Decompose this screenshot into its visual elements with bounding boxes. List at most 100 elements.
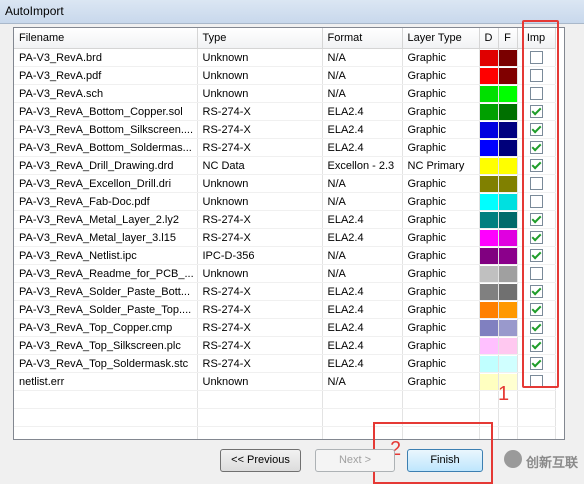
import-checkbox[interactable] (529, 231, 543, 244)
table-row[interactable]: PA-V3_RevA_Netlist.ipc IPC-D-356 N/A Graphi… (14, 246, 556, 265)
cell-d-color[interactable] (479, 102, 499, 121)
color-swatch[interactable] (498, 229, 516, 246)
import-checkbox[interactable] (529, 321, 543, 334)
color-swatch[interactable] (498, 319, 516, 336)
color-swatch[interactable] (498, 247, 516, 264)
import-checkbox[interactable] (529, 141, 543, 154)
import-checkbox[interactable] (529, 69, 543, 82)
color-swatch[interactable] (479, 85, 497, 102)
import-checkbox[interactable] (529, 51, 543, 64)
cell-f-color[interactable] (498, 336, 518, 355)
color-swatch[interactable] (479, 103, 497, 120)
color-swatch[interactable] (479, 247, 497, 264)
import-checkbox[interactable] (529, 87, 543, 100)
col-layer-type[interactable]: Layer Type (402, 28, 480, 49)
color-swatch[interactable] (479, 319, 497, 336)
import-checkbox[interactable] (529, 267, 543, 280)
import-checkbox[interactable] (529, 357, 543, 370)
col-d[interactable]: D (479, 28, 499, 49)
cell-f-color[interactable] (498, 264, 518, 283)
color-swatch[interactable] (479, 175, 497, 192)
table-row[interactable]: PA-V3_RevA.pdf Unknown N/A Graphic (14, 66, 556, 85)
cell-f-color[interactable] (498, 84, 518, 103)
cell-f-color[interactable] (498, 282, 518, 301)
file-list[interactable]: Filename Type Format Layer Type D F Imp … (13, 27, 565, 440)
table-row[interactable]: netlist.err Unknown N/A Graphic (14, 372, 556, 391)
color-swatch[interactable] (479, 265, 497, 282)
cell-d-color[interactable] (479, 138, 499, 157)
cell-f-color[interactable] (498, 120, 518, 139)
color-swatch[interactable] (498, 85, 516, 102)
color-swatch[interactable] (479, 193, 497, 210)
color-swatch[interactable] (498, 67, 516, 84)
table-row[interactable]: PA-V3_RevA_Solder_Paste_Top.... RS-274-X E… (14, 300, 556, 319)
color-swatch[interactable] (498, 265, 516, 282)
import-checkbox[interactable] (529, 213, 543, 226)
table-row[interactable]: PA-V3_RevA_Solder_Paste_Bott... RS-274-X E… (14, 282, 556, 301)
table-row[interactable]: PA-V3_RevA_Top_Copper.cmp RS-274-X ELA2.4 G… (14, 318, 556, 337)
col-f[interactable]: F (498, 28, 518, 49)
cell-f-color[interactable] (498, 246, 518, 265)
table-row[interactable]: PA-V3_RevA_Drill_Drawing.drd NC Data Excel… (14, 156, 556, 175)
color-swatch[interactable] (498, 301, 516, 318)
table-row[interactable]: PA-V3_RevA_Top_Soldermask.stc RS-274-X ELA… (14, 354, 556, 373)
cell-f-color[interactable] (498, 228, 518, 247)
table-row[interactable]: PA-V3_RevA_Metal_layer_3.l15 RS-274-X ELA2… (14, 228, 556, 247)
previous-button[interactable]: << Previous (220, 449, 301, 472)
color-swatch[interactable] (479, 211, 497, 228)
next-button[interactable]: Next > (315, 449, 395, 472)
color-swatch[interactable] (498, 175, 516, 192)
col-imp[interactable]: Imp (517, 28, 556, 49)
import-checkbox[interactable] (529, 303, 543, 316)
cell-d-color[interactable] (479, 264, 499, 283)
table-row[interactable]: PA-V3_RevA_Metal_Layer_2.ly2 RS-274-X ELA2… (14, 210, 556, 229)
import-checkbox[interactable] (529, 375, 543, 388)
col-filename[interactable]: Filename (14, 28, 198, 49)
cell-d-color[interactable] (479, 192, 499, 211)
import-checkbox[interactable] (529, 123, 543, 136)
cell-f-color[interactable] (498, 192, 518, 211)
color-swatch[interactable] (498, 355, 516, 372)
table-row[interactable]: PA-V3_RevA.brd Unknown N/A Graphic (14, 48, 556, 67)
color-swatch[interactable] (479, 139, 497, 156)
color-swatch[interactable] (498, 157, 516, 174)
cell-d-color[interactable] (479, 66, 499, 85)
import-checkbox[interactable] (529, 339, 543, 352)
cell-d-color[interactable] (479, 282, 499, 301)
cell-d-color[interactable] (479, 210, 499, 229)
cell-d-color[interactable] (479, 300, 499, 319)
cell-f-color[interactable] (498, 66, 518, 85)
cell-d-color[interactable] (479, 228, 499, 247)
import-checkbox[interactable] (529, 105, 543, 118)
color-swatch[interactable] (479, 337, 497, 354)
cell-d-color[interactable] (479, 174, 499, 193)
cell-f-color[interactable] (498, 318, 518, 337)
color-swatch[interactable] (479, 373, 497, 390)
cell-f-color[interactable] (498, 174, 518, 193)
table-row[interactable]: PA-V3_RevA_Top_Silkscreen.plc RS-274-X ELA… (14, 336, 556, 355)
color-swatch[interactable] (498, 103, 516, 120)
col-format[interactable]: Format (322, 28, 403, 49)
cell-d-color[interactable] (479, 156, 499, 175)
import-checkbox[interactable] (529, 285, 543, 298)
table-row[interactable]: PA-V3_RevA_Excellon_Drill.dri Unknown N/A G… (14, 174, 556, 193)
color-swatch[interactable] (479, 301, 497, 318)
cell-f-color[interactable] (498, 138, 518, 157)
table-row[interactable]: PA-V3_RevA.sch Unknown N/A Graphic (14, 84, 556, 103)
cell-f-color[interactable] (498, 48, 518, 67)
color-swatch[interactable] (498, 121, 516, 138)
cell-d-color[interactable] (479, 354, 499, 373)
cell-d-color[interactable] (479, 372, 499, 391)
table-row[interactable]: PA-V3_RevA_Bottom_Soldermas... RS-274-X EL… (14, 138, 556, 157)
color-swatch[interactable] (498, 283, 516, 300)
color-swatch[interactable] (498, 49, 516, 66)
cell-d-color[interactable] (479, 246, 499, 265)
table-row[interactable]: PA-V3_RevA_Bottom_Copper.sol RS-274-X ELA2… (14, 102, 556, 121)
color-swatch[interactable] (479, 67, 497, 84)
cell-d-color[interactable] (479, 48, 499, 67)
table-row[interactable]: PA-V3_RevA_Bottom_Silkscreen.... RS-274-X… (14, 120, 556, 139)
cell-d-color[interactable] (479, 120, 499, 139)
finish-button[interactable]: Finish (407, 449, 483, 472)
import-checkbox[interactable] (529, 195, 543, 208)
import-checkbox[interactable] (529, 249, 543, 262)
